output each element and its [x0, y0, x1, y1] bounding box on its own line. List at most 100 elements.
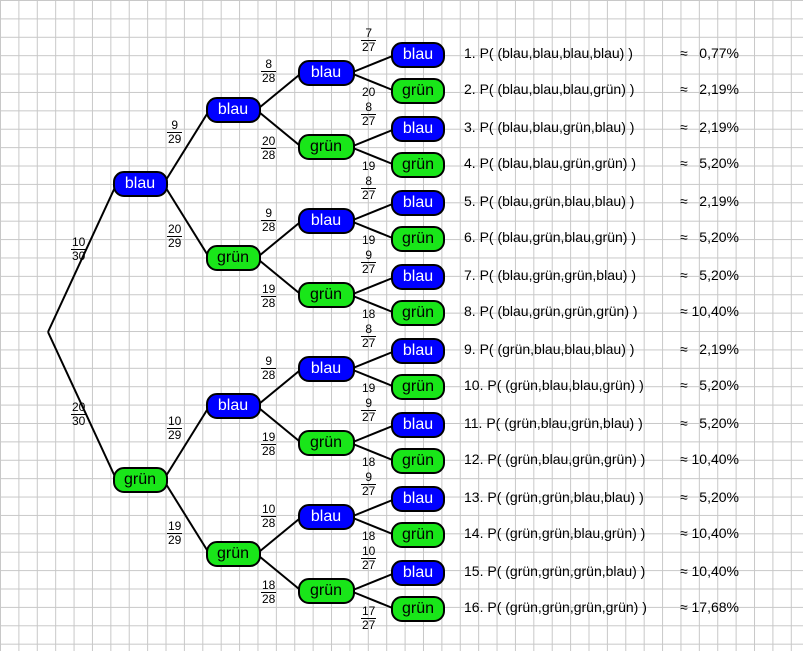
probability-expression: 16. P( (grün,grün,grün,grün) )	[464, 599, 647, 615]
probability-value: ≈ 10,40%	[679, 525, 739, 541]
fraction-l2-3-numerator: 19	[261, 282, 277, 297]
fraction-l2-7: 18 28	[261, 579, 277, 606]
probability-expression: 12. P( (grün,blau,grün,grün) )	[464, 451, 646, 467]
fraction-l1-1: 20 29	[167, 222, 183, 250]
fraction-l3-8-numerator: 8	[361, 323, 377, 337]
probability-value: ≈ 2,19%	[679, 341, 739, 357]
edge-l3-10	[350, 424, 396, 444]
fraction-root-0-denominator: 30	[72, 249, 86, 263]
fraction-l3-9-numerator: 19	[362, 381, 376, 395]
fraction-root-0-numerator: 10	[71, 235, 87, 250]
probability-expression: 10. P( (grün,blau,blau,grün) )	[464, 377, 644, 393]
probability-expression: 14. P( (grün,grün,blau,grün) )	[464, 525, 646, 541]
node-level2-3-label: grün	[216, 545, 250, 562]
fraction-l3-15-denominator: 27	[362, 618, 376, 632]
probability-result-row: 2. P( (blau,blau,blau,grün) ) ≈ 2,19%	[464, 81, 739, 103]
node-leaf-13-label: grün	[401, 526, 435, 543]
fraction-l1-1-numerator: 20	[167, 222, 183, 237]
fraction-l2-7-denominator: 28	[262, 592, 276, 606]
probability-expression: 5. P( (blau,grün,blau,blau) )	[464, 193, 635, 209]
node-leaf-14-label: blau	[402, 564, 434, 581]
fraction-l3-0: 7 27	[361, 27, 377, 54]
node-level2-2-label: blau	[217, 397, 249, 414]
fraction-l3-15: 17 27	[361, 605, 377, 632]
node-leaf-13: grün	[391, 522, 445, 548]
probability-expression: 13. P( (grün,grün,blau,blau) )	[464, 489, 644, 505]
probability-value: ≈ 10,40%	[679, 563, 739, 579]
fraction-l3-11: 18	[361, 456, 376, 469]
fraction-root-1-denominator: 30	[72, 414, 86, 428]
probability-value: ≈ 17,68%	[679, 599, 739, 615]
fraction-l2-6-numerator: 10	[261, 502, 277, 517]
node-level1-1-label: grün	[123, 471, 157, 488]
fraction-l3-6-denominator: 27	[362, 262, 376, 276]
node-level3-5: grün	[297, 430, 355, 456]
node-level3-4-label: blau	[310, 360, 342, 377]
node-level3-7-label: grün	[309, 582, 343, 599]
fraction-l2-3: 19 28	[261, 282, 277, 310]
node-level3-3-label: grün	[309, 286, 343, 303]
node-leaf-11: grün	[391, 448, 445, 474]
fraction-l2-1: 20 28	[261, 134, 277, 162]
probability-value: ≈ 5,20%	[679, 489, 739, 505]
fraction-l3-13: 18	[361, 530, 376, 543]
fraction-l2-2: 9 28	[261, 207, 277, 234]
probability-value: ≈ 10,40%	[679, 451, 739, 467]
fraction-l3-12-denominator: 27	[362, 484, 376, 498]
node-level1-0-label: blau	[124, 175, 156, 192]
fraction-l1-3: 19 29	[167, 520, 183, 547]
node-level3-6-label: blau	[310, 508, 342, 525]
fraction-l2-0-numerator: 8	[261, 58, 277, 72]
probability-value: ≈ 2,19%	[679, 119, 739, 135]
probability-expression: 7. P( (blau,grün,grün,blau) )	[464, 267, 636, 283]
probability-expression: 11. P( (grün,blau,grün,blau) )	[464, 415, 643, 431]
node-level3-2: blau	[297, 208, 355, 234]
probability-result-row: 1. P( (blau,blau,blau,blau) ) ≈ 0,77%	[464, 45, 739, 67]
fraction-l3-1: 20	[361, 86, 376, 99]
edge-l3-2	[350, 128, 396, 148]
node-leaf-14: blau	[391, 560, 445, 586]
fraction-l1-2-numerator: 10	[167, 414, 183, 429]
fraction-l3-10-numerator: 9	[361, 397, 377, 411]
probability-result-row: 9. P( (grün,blau,blau,blau) ) ≈ 2,19%	[464, 341, 739, 363]
fraction-root-1: 20 30	[71, 400, 87, 428]
probability-value: ≈ 5,20%	[679, 267, 739, 283]
fraction-l3-10: 9 27	[361, 397, 377, 424]
fraction-l2-0-denominator: 28	[262, 71, 276, 85]
fraction-l3-13-numerator: 18	[362, 529, 376, 543]
fraction-root-0: 10 30	[71, 235, 87, 263]
fraction-l3-6: 9 27	[361, 249, 377, 276]
fraction-l2-2-numerator: 9	[261, 207, 277, 221]
fraction-root-1-numerator: 20	[71, 400, 87, 415]
node-level2-0: blau	[205, 97, 261, 123]
probability-value: ≈ 5,20%	[679, 155, 739, 171]
fraction-l2-1-numerator: 20	[261, 134, 277, 149]
probability-value: ≈ 5,20%	[679, 415, 739, 431]
fraction-l3-7: 18	[361, 308, 376, 321]
node-leaf-11-label: grün	[401, 452, 435, 469]
probability-tree-diagram: blau grün blau grün blau grün blau grün blau grün…	[0, 0, 803, 651]
probability-result-row: 16. P( (grün,grün,grün,grün) ) ≈ 17,68%	[464, 599, 739, 621]
node-level3-4: blau	[297, 356, 355, 382]
probability-expression: 3. P( (blau,blau,grün,blau) )	[464, 119, 635, 135]
probability-result-row: 10. P( (grün,blau,blau,grün) ) ≈ 5,20%	[464, 377, 739, 399]
probability-expression: 6. P( (blau,grün,blau,grün) )	[464, 229, 636, 245]
fraction-l2-4-denominator: 28	[262, 368, 276, 382]
node-leaf-9-label: grün	[401, 378, 435, 395]
probability-expression: 1. P( (blau,blau,blau,blau) )	[464, 45, 633, 61]
node-leaf-7-label: grün	[401, 304, 435, 321]
fraction-l3-4-denominator: 27	[362, 188, 376, 202]
fraction-l1-2-denominator: 29	[168, 428, 182, 442]
fraction-l2-4-numerator: 9	[261, 355, 277, 369]
edge-l3-12	[350, 498, 396, 518]
fraction-l3-2: 8 27	[361, 101, 377, 128]
node-leaf-3-label: grün	[401, 156, 435, 173]
probability-result-row: 3. P( (blau,blau,grün,blau) ) ≈ 2,19%	[464, 119, 739, 141]
node-leaf-8: blau	[391, 338, 445, 364]
fraction-l2-3-denominator: 28	[262, 296, 276, 310]
node-leaf-15-label: grün	[401, 600, 435, 617]
node-leaf-5: grün	[391, 226, 445, 252]
fraction-l3-4-numerator: 8	[361, 175, 377, 189]
fraction-l3-5: 19	[361, 234, 376, 247]
node-leaf-10-label: blau	[402, 416, 434, 433]
